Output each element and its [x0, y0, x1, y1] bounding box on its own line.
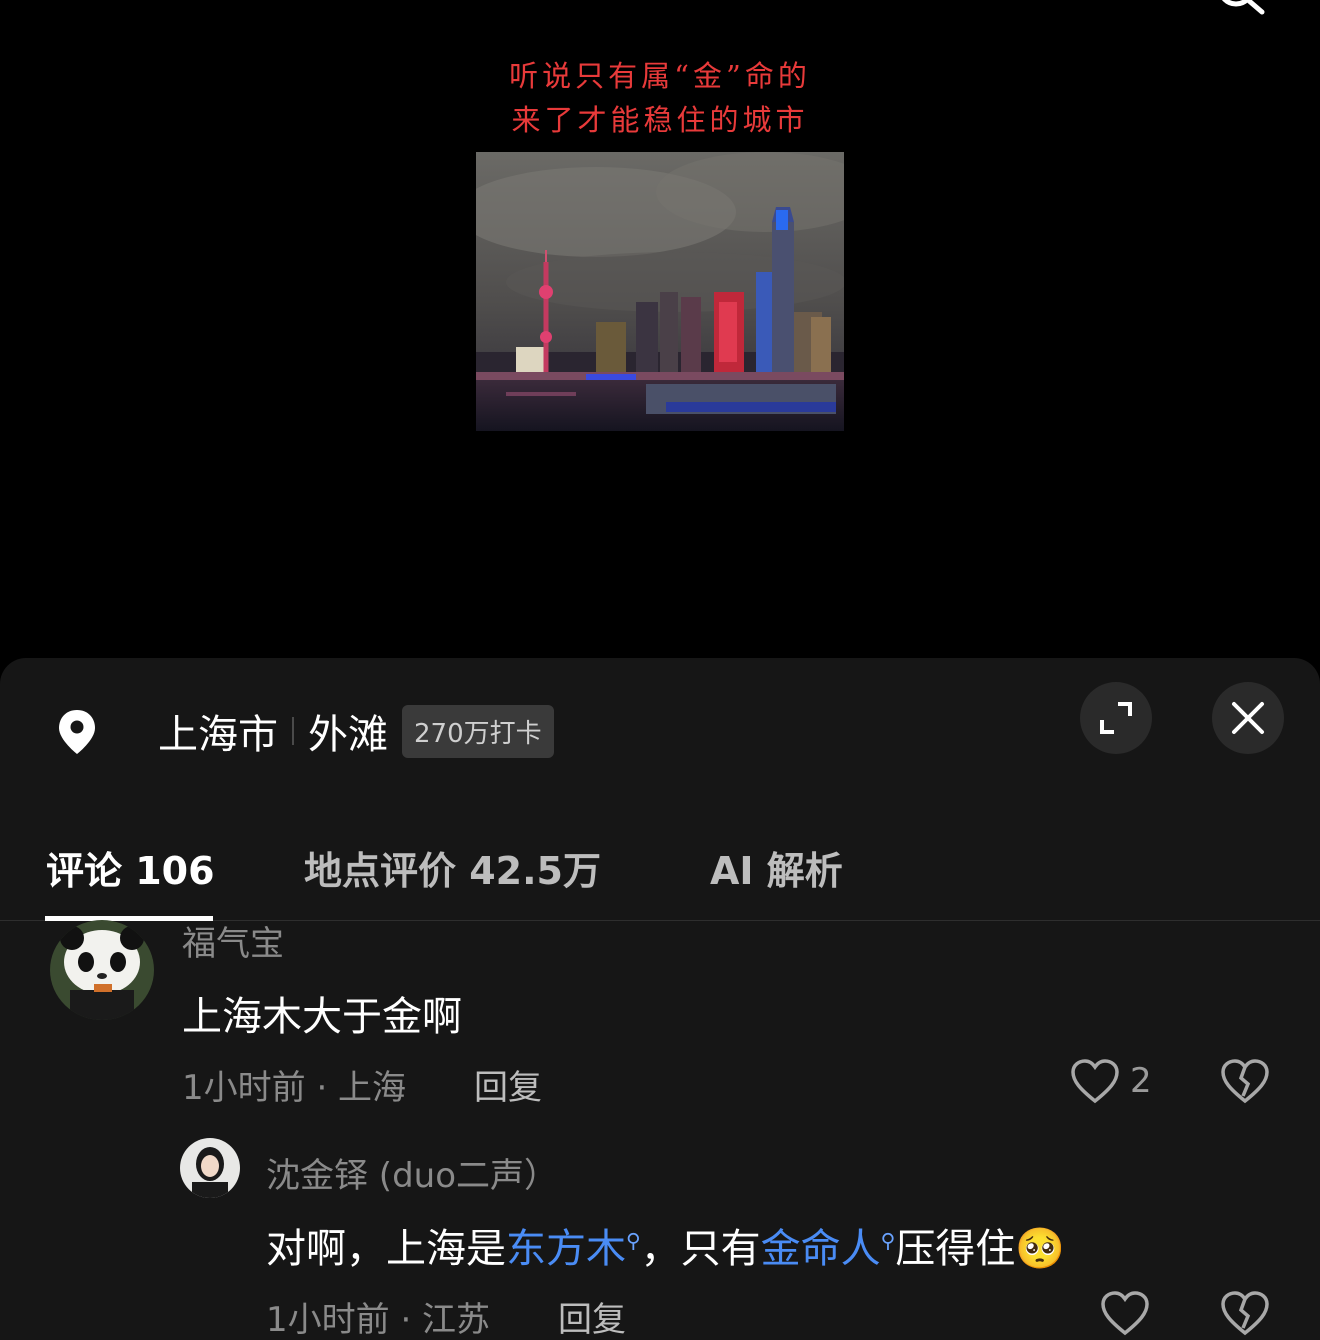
reply-username[interactable]: 沈金铎 (duo二声） — [266, 1148, 558, 1197]
like-count: 2 — [1130, 1061, 1152, 1101]
avatar[interactable] — [180, 1138, 240, 1198]
dislike-button[interactable] — [1220, 1058, 1270, 1108]
broken-heart-icon — [1221, 1291, 1269, 1336]
skyline-photo — [476, 152, 844, 431]
reply-text-part: 压得住 — [895, 1226, 1016, 1272]
topic-link[interactable]: 金命人⚲ — [761, 1226, 896, 1272]
avatar[interactable] — [50, 920, 154, 1020]
comment-username[interactable]: 福气宝 — [182, 916, 284, 965]
expand-button[interactable] — [1080, 682, 1152, 754]
search-icon: ⚲ — [626, 1228, 641, 1253]
caption-line-1: 听说只有属“金”命的 — [509, 59, 811, 93]
comment-time-location: 1小时前 · 上海 — [182, 1068, 407, 1108]
heart-icon — [1101, 1291, 1149, 1336]
caption-line-2: 来了才能稳住的城市 — [511, 103, 809, 137]
search-button[interactable] — [1210, 0, 1270, 26]
topic-link[interactable]: 东方木⚲ — [506, 1226, 641, 1272]
comments-sheet: 上海市 外滩 270万打卡 评论 106 地点评价 42.5万 AI 解析 福气… — [0, 658, 1320, 1340]
close-icon — [1232, 702, 1264, 734]
tab-place-reviews[interactable]: 地点评价 42.5万 — [304, 840, 601, 895]
tab-comments[interactable]: 评论 106 — [46, 840, 215, 895]
reply-button[interactable]: 回复 — [558, 1292, 626, 1340]
heart-icon — [1071, 1059, 1119, 1104]
location-pin-icon — [56, 708, 98, 756]
topic-label[interactable]: 东方木 — [506, 1226, 626, 1272]
expand-icon — [1100, 702, 1132, 734]
location-header[interactable]: 上海市 外滩 270万打卡 — [158, 702, 554, 760]
like-button[interactable]: 2 — [1070, 1058, 1152, 1104]
like-button[interactable] — [1100, 1290, 1150, 1336]
sheet-tabs: 评论 106 地点评价 42.5万 AI 解析 — [0, 828, 1320, 921]
video-caption: 听说只有属“金”命的 来了才能稳住的城市 — [0, 54, 1320, 142]
search-icon: ⚲ — [880, 1228, 896, 1253]
checkin-badge: 270万打卡 — [402, 704, 554, 758]
close-button[interactable] — [1212, 682, 1284, 754]
comment-text: 上海木大于金啊 — [182, 994, 462, 1040]
reply-button[interactable]: 回复 — [474, 1060, 542, 1109]
reply-text-part: ，只有 — [640, 1226, 761, 1272]
pleading-face-emoji: 🥺 — [1015, 1226, 1066, 1272]
location-divider — [292, 717, 294, 745]
location-place[interactable]: 外滩 — [308, 702, 388, 760]
topic-label[interactable]: 金命人 — [761, 1226, 881, 1272]
reply-time-location: 1小时前 · 江苏 — [266, 1300, 491, 1340]
tab-ai-analysis[interactable]: AI 解析 — [710, 840, 843, 895]
broken-heart-icon — [1221, 1059, 1269, 1104]
search-icon — [1221, 0, 1265, 15]
reply-text-part: 对啊，上海是 — [266, 1226, 506, 1272]
reply-text: 对啊，上海是东方木⚲，只有金命人⚲压得住🥺 — [266, 1216, 1065, 1274]
location-city[interactable]: 上海市 — [158, 702, 278, 760]
dislike-button[interactable] — [1220, 1290, 1270, 1340]
